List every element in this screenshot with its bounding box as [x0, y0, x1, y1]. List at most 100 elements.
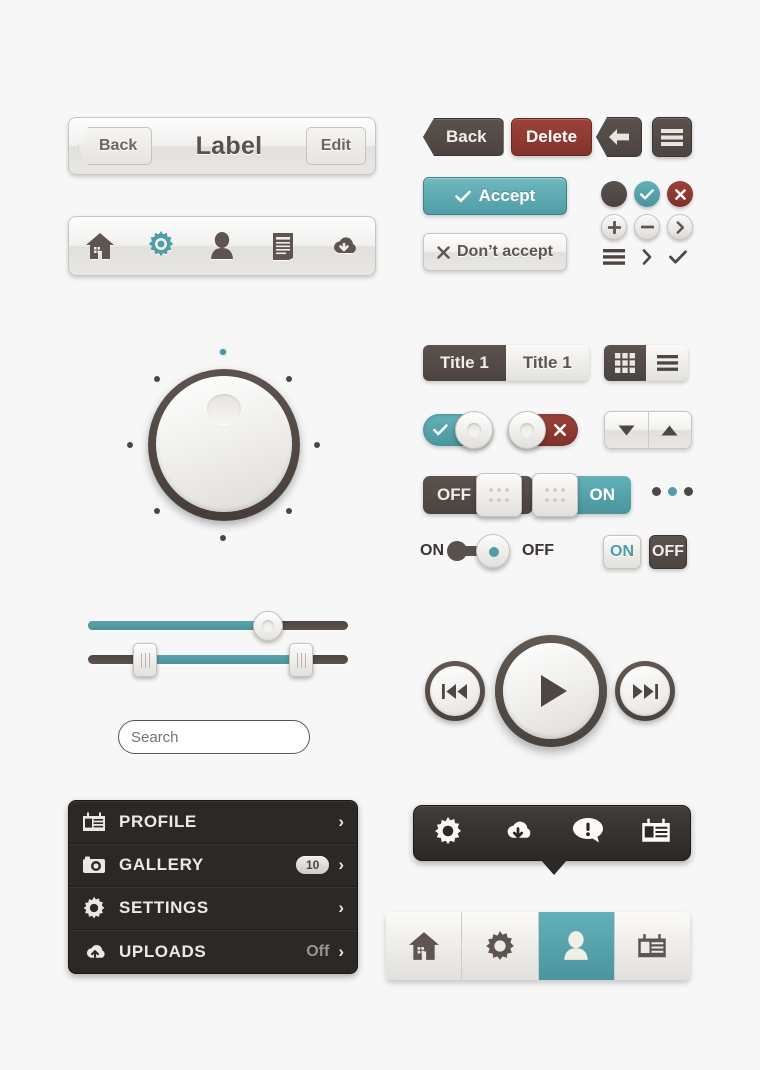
slide-switch-off[interactable]: OFF: [423, 473, 533, 517]
navbar-edit-button[interactable]: Edit: [305, 127, 366, 165]
toolbar-gear-icon[interactable]: [144, 229, 178, 263]
flat-check-icon[interactable]: [669, 250, 687, 269]
tooltip-alert-bubble-icon[interactable]: [573, 817, 603, 849]
on-button[interactable]: ON: [603, 535, 641, 569]
range-handle-low[interactable]: [133, 643, 157, 677]
hamburger-menu-button[interactable]: [652, 117, 692, 157]
check-icon: [640, 188, 654, 199]
pagination-dot-active[interactable]: [668, 487, 677, 496]
menu-item-gallery[interactable]: GALLERY 10 ›: [69, 844, 357, 887]
menu-item-label: SETTINGS: [119, 898, 209, 917]
menu-item-label: PROFILE: [119, 812, 197, 831]
home-icon: [408, 932, 439, 960]
flat-hamburger-icon[interactable]: [603, 249, 625, 270]
rotary-knob[interactable]: [110, 332, 336, 580]
knob-tick-7: [154, 376, 160, 382]
menu-item-uploads[interactable]: UPLOADS Off ›: [69, 930, 357, 973]
range-handle-high[interactable]: [289, 643, 313, 677]
slide-switch-on[interactable]: ON: [532, 473, 631, 517]
tooltip-card-icon[interactable]: [641, 818, 671, 848]
tooltip-cloud-download-icon[interactable]: [501, 818, 535, 848]
menu-item-settings[interactable]: SETTINGS ›: [69, 887, 357, 930]
arrow-left-icon-button[interactable]: [596, 117, 642, 157]
close-circle-icon-button[interactable]: [667, 181, 693, 207]
pagination-dots[interactable]: [652, 487, 693, 496]
navbar: Back Label Edit: [68, 117, 376, 175]
menu-item-profile[interactable]: PROFILE ›: [69, 801, 357, 844]
tab-profile[interactable]: [538, 912, 615, 980]
accept-button[interactable]: Accept: [423, 177, 567, 215]
search-input[interactable]: [131, 728, 330, 746]
toolbar-user-icon[interactable]: [205, 229, 239, 263]
knob-tick-1: [286, 376, 292, 382]
knob-tick-4: [220, 535, 226, 541]
check-circle-icon-button[interactable]: [634, 181, 660, 207]
card-icon: [638, 934, 667, 958]
slider-handle[interactable]: [253, 611, 283, 641]
segment-tab-0[interactable]: Title 1: [423, 345, 506, 381]
navbar-back-button[interactable]: Back: [78, 127, 153, 165]
tab-card[interactable]: [614, 912, 690, 980]
single-slider[interactable]: [88, 611, 348, 641]
toolbar-document-icon[interactable]: [266, 229, 300, 263]
pagination-dot[interactable]: [652, 487, 661, 496]
grid-view-icon-button[interactable]: [604, 345, 646, 381]
tooltip-bar: [413, 805, 691, 861]
plus-icon-button[interactable]: [601, 214, 627, 240]
knob-tick-2: [314, 442, 320, 448]
segment-tab-1[interactable]: Title 1: [505, 345, 589, 381]
slide-switch-grip[interactable]: [476, 473, 522, 517]
list-view-icon: [656, 355, 678, 371]
gear-icon: [486, 931, 514, 960]
tooltip-gear-icon[interactable]: [433, 816, 463, 851]
list-view-icon-button[interactable]: [646, 345, 688, 381]
toggle-handle[interactable]: [455, 411, 493, 449]
menu-item-value: Off: [306, 942, 330, 960]
off-button[interactable]: OFF: [649, 535, 687, 569]
toolbar-home-icon[interactable]: [83, 229, 117, 263]
decline-button[interactable]: Don’t accept: [423, 233, 567, 271]
toolbar-cloud-download-icon[interactable]: [327, 229, 361, 263]
minus-icon-button[interactable]: [634, 214, 660, 240]
accept-label: Accept: [478, 186, 536, 205]
stepper-up-button[interactable]: [649, 412, 692, 448]
stepper-down-button[interactable]: [605, 412, 649, 448]
bottom-tab-bar: [386, 912, 690, 980]
chevron-right-icon: ›: [338, 898, 344, 917]
camera-icon: [82, 855, 108, 875]
pagination-dot[interactable]: [684, 487, 693, 496]
knob-face: [156, 376, 292, 512]
toggle-switch-checked[interactable]: [423, 411, 493, 449]
player-next-button[interactable]: [615, 661, 675, 721]
on-off-switch[interactable]: ON OFF: [420, 534, 554, 568]
dark-back-button[interactable]: Back: [423, 118, 504, 156]
record-dot-icon-button[interactable]: [601, 181, 627, 207]
switch-handle[interactable]: [476, 534, 510, 568]
ui-kit-canvas: Back Label Edit Search PROFILE › GALLERY…: [0, 0, 760, 1070]
toggle-handle[interactable]: [508, 411, 546, 449]
delete-button[interactable]: Delete: [511, 118, 593, 156]
range-slider[interactable]: [88, 641, 348, 685]
fast-forward-icon: [633, 683, 658, 699]
player-prev-button[interactable]: [425, 661, 485, 721]
switch-label-off: OFF: [522, 542, 554, 559]
toggle-switch-crossed[interactable]: [508, 411, 578, 449]
switch-track[interactable]: [447, 534, 510, 568]
grip-dots-icon: [489, 488, 509, 502]
segmented-control-titles: Title 1 Title 1: [423, 345, 589, 381]
tab-home[interactable]: [386, 912, 463, 980]
settings-menu: PROFILE › GALLERY 10 › SETTINGS › UPLOAD…: [68, 800, 358, 974]
search-field[interactable]: [118, 720, 330, 754]
arrow-left-icon: [609, 129, 629, 145]
chevron-right-icon-button[interactable]: [667, 214, 693, 240]
plus-icon: [607, 220, 621, 234]
player-play-button[interactable]: [495, 635, 607, 747]
tab-settings[interactable]: [462, 912, 539, 980]
triangle-up-icon: [661, 425, 678, 435]
slider-fill: [88, 621, 268, 630]
cross-icon: [674, 188, 686, 200]
slide-switch-grip[interactable]: [532, 473, 578, 517]
chevron-right-icon: ›: [338, 941, 344, 961]
flat-chevron-right-icon[interactable]: [642, 249, 653, 270]
switch-label-on: ON: [420, 542, 444, 559]
